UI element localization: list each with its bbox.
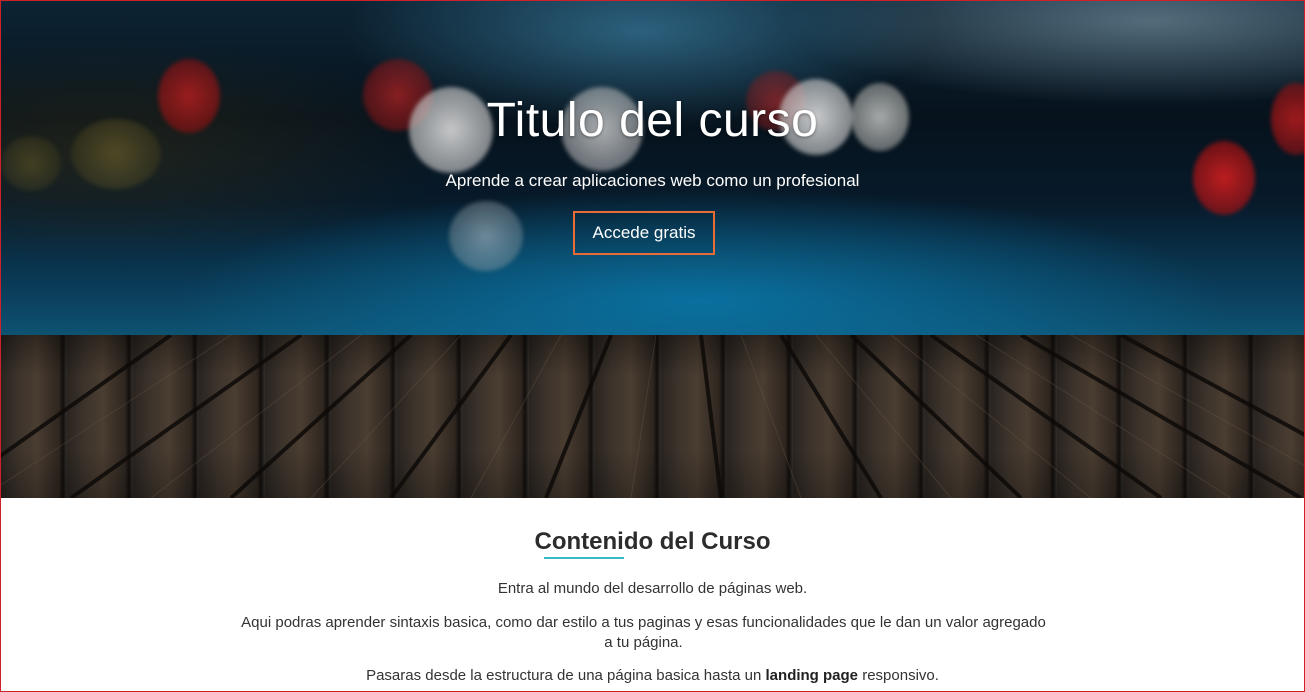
accede-gratis-button[interactable]: Accede gratis bbox=[573, 211, 715, 255]
hero-background-wood-floor bbox=[1, 335, 1304, 498]
bokeh-light bbox=[449, 201, 523, 271]
content-paragraph-2: Aqui podras aprender sintaxis basica, co… bbox=[241, 614, 1046, 651]
hero-subtitle: Aprende a crear aplicaciones web como un… bbox=[445, 171, 860, 190]
content-paragraph-1: Entra al mundo del desarrollo de páginas… bbox=[497, 580, 808, 597]
section-title: Contenido del Curso bbox=[534, 528, 771, 555]
course-content-section: Contenido del Curso Entra al mundo del d… bbox=[1, 498, 1304, 691]
content-paragraph-3: Pasaras desde la estructura de una págin… bbox=[1, 666, 1304, 686]
hero-section: Titulo del curso Aprende a crear aplicac… bbox=[1, 1, 1304, 498]
wood-plank-lines bbox=[1, 335, 1304, 498]
section-title-underline bbox=[544, 557, 624, 559]
paragraph-3-text-before: Pasaras desde la estructura de una págin… bbox=[366, 667, 766, 684]
hero-background-sky bbox=[1, 1, 1304, 335]
paragraph-3-bold-text: landing page bbox=[765, 667, 859, 684]
paragraph-3-text-after: responsivo. bbox=[858, 667, 939, 684]
hero-title: Titulo del curso bbox=[486, 94, 819, 147]
page-frame: Titulo del curso Aprende a crear aplicac… bbox=[0, 0, 1305, 692]
